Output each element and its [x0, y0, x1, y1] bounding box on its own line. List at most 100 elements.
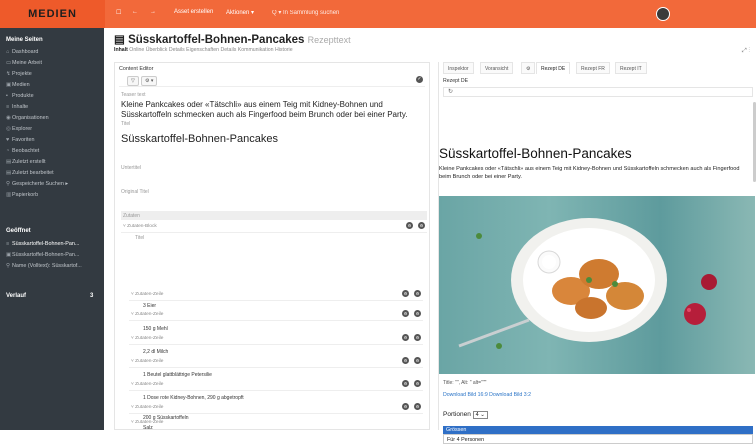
tab-communication[interactable]: Kommunikation — [238, 47, 274, 53]
sidebar-item-contents[interactable]: ≡ Inhalte — [6, 104, 100, 110]
gear-icon[interactable]: ⚙ — [414, 310, 421, 317]
title-label: Titel — [121, 121, 131, 127]
check-icon: ✓ — [416, 76, 423, 83]
gear-icon[interactable]: ⚙ — [402, 310, 409, 317]
subtitle-label: Untertitel — [121, 165, 142, 171]
gear-icon[interactable]: ⚙ — [402, 380, 409, 387]
sidebar-open-item[interactable]: ≡ Süsskartoffel-Bohnen-Pan... — [6, 241, 100, 247]
dropdown-header-selected[interactable]: Grössen — [443, 426, 753, 434]
sidebar-item-dashboard[interactable]: ⌂ Dashboard — [6, 49, 100, 55]
portions-select[interactable]: 4 ⌄ — [472, 411, 488, 419]
ingredient-text[interactable]: 1 Dose rote Kidney-Bohnen, 290 g abgetro… — [143, 395, 244, 401]
ingredient-text[interactable]: 1 Beutel glattblättrige Petersilie — [143, 372, 212, 378]
editor-heading: Content Editor — [119, 66, 154, 72]
ingredient-row[interactable]: ˅ Zutaten-Zeile ⚙ ⚙ — [129, 309, 423, 321]
app-logo[interactable]: MEDIEN — [0, 0, 105, 28]
tab-properties[interactable]: Eigenschaften — [186, 47, 219, 53]
block-title-label: Titel — [135, 235, 145, 241]
window-icon[interactable]: ☐ — [116, 9, 121, 16]
page-title: ▤ Süsskartoffel-Bohnen-Pancakes Rezeptte… — [114, 34, 351, 46]
tab-preview[interactable]: Voransicht — [480, 62, 514, 74]
preview-section-label: Rezept DE — [443, 78, 469, 84]
sidebar-heading-opened: Geöffnet — [6, 228, 31, 234]
gear-icon[interactable]: ⚙ — [402, 403, 409, 410]
ingredient-row[interactable]: ˅ Zutaten-Zeile ⚙ ⚙ — [129, 289, 423, 301]
gear-icon[interactable]: ⚙ — [406, 222, 413, 229]
filter-button[interactable]: ▽ — [127, 76, 139, 86]
gear-icon[interactable]: ⚙ — [402, 334, 409, 341]
gear-icon[interactable]: ⚙ — [418, 222, 425, 229]
tab-overview[interactable]: Überblick — [146, 47, 168, 53]
sidebar-item-media[interactable]: ▣Medien — [6, 82, 100, 88]
tab-recipe-de[interactable]: Rezept DE — [536, 62, 571, 74]
back-icon[interactable]: ← — [132, 9, 138, 15]
sidebar-item-products[interactable]: ▪ Produkte — [6, 93, 100, 99]
ingredients-section-bar — [121, 211, 427, 220]
original-title-label: Original Titel — [121, 189, 149, 195]
gear-icon[interactable]: ⚙ — [402, 357, 409, 364]
teaser-field[interactable]: Kleine Pankcakes oder «Tätschli» aus ein… — [121, 100, 423, 120]
ingredient-text[interactable]: 2,2 dl Milch — [143, 349, 168, 355]
ingredient-row[interactable]: ˅ Zutaten-Zeile ⚙ ⚙ — [129, 379, 423, 391]
gear-icon[interactable]: ⚙ — [414, 403, 421, 410]
tab-inspector[interactable]: Inspektor — [443, 62, 474, 74]
tab-recipe-it[interactable]: Rezept IT — [615, 62, 647, 74]
user-avatar[interactable] — [656, 7, 670, 21]
gear-icon[interactable]: ⚙ — [414, 334, 421, 341]
sidebar-heading-history: Verlauf — [6, 293, 27, 299]
gear-icon[interactable]: ⚙ — [414, 357, 421, 364]
image-caption: Title: "", Alt: " alt=""" — [443, 380, 487, 386]
dropdown-option[interactable]: Für 4 Personen — [443, 434, 753, 444]
expand-icon[interactable]: ⤢ ⋮ — [742, 48, 750, 55]
gear-icon[interactable]: ⚙ — [414, 290, 421, 297]
ingredient-row[interactable]: ˅ Zutaten-Zeile ⚙ ⚙ — [129, 356, 423, 368]
tab-settings[interactable]: ⚙ — [521, 62, 536, 74]
actions-menu[interactable]: Aktionen ▾ — [226, 9, 254, 16]
editor-toolbar: ▽ ⚙ ▾ ✓ — [119, 75, 425, 87]
sidebar-item-watched[interactable]: ◔ Beobachtet — [6, 148, 100, 154]
sidebar-item-saved-searches[interactable]: ⚲ Gespeicherte Suchen ▸ — [6, 181, 100, 187]
sidebar-item-recently-created[interactable]: ▤Zuletzt erstellt — [6, 159, 100, 165]
preview-panel: Inspektor Voransicht ⚙ Rezept DE Rezept … — [438, 62, 756, 444]
gear-icon[interactable]: ⚙ — [414, 380, 421, 387]
tab-details-2[interactable]: Details — [220, 47, 236, 53]
content-tabs: Inhalt Online Überblick Details Eigensch… — [114, 47, 293, 53]
ingredient-row[interactable]: ˅ Zutaten-Zeile — [129, 419, 423, 427]
ingredient-text[interactable]: Salz — [143, 425, 153, 431]
recipe-photo — [439, 196, 755, 374]
sidebar-open-item[interactable]: ▣Süsskartoffel-Bohnen-Pan... — [6, 252, 100, 258]
search-input[interactable]: Q ▾ In Sammlung suchen — [272, 9, 339, 16]
tab-online[interactable]: Online — [129, 47, 144, 53]
tab-history[interactable]: Historie — [275, 47, 293, 53]
download-links[interactable]: Download Bild 16:9 Download Bild 3:2 — [443, 392, 531, 398]
main-area: ▤ Süsskartoffel-Bohnen-Pancakes Rezeptte… — [104, 28, 756, 444]
sidebar-item-organisations[interactable]: ◉Organisationen — [6, 115, 100, 121]
content-editor: Content Editor ▽ ⚙ ▾ ✓ Teaser text Klein… — [114, 62, 430, 431]
sidebar-item-favorites[interactable]: ♥ Favoriten — [6, 137, 100, 143]
row-controls: ⚙ ⚙ — [401, 222, 425, 229]
sidebar-item-projects[interactable]: ↯Projekte — [6, 71, 100, 77]
ingredient-text[interactable]: 150 g Mehl — [143, 326, 168, 332]
sidebar-item-explorer[interactable]: ◎Explorer — [6, 126, 100, 132]
logo-text: MEDIEN — [28, 8, 77, 20]
sidebar-item-trash[interactable]: ▥Papierkorb — [6, 192, 100, 198]
ingredient-row[interactable]: ˅ Zutaten-Zeile ⚙ ⚙ — [129, 402, 423, 414]
create-asset-button[interactable]: Asset erstellen — [174, 9, 213, 15]
chevron-down-icon: ˅ Zutaten-Block — [123, 224, 157, 229]
tab-details[interactable]: Details — [169, 47, 185, 53]
title-field[interactable]: Süsskartoffel-Bohnen-Pancakes — [121, 133, 278, 145]
ingredient-row[interactable]: ˅ Zutaten-Zeile ⚙ ⚙ — [129, 333, 423, 345]
gear-icon[interactable]: ⚙ — [402, 290, 409, 297]
sidebar-item-my-work[interactable]: ▭Meine Arbeit — [6, 60, 100, 66]
settings-button[interactable]: ⚙ ▾ — [141, 76, 158, 86]
tab-inhalt[interactable]: Inhalt — [114, 47, 128, 53]
refresh-icon[interactable]: ↻ — [448, 88, 453, 95]
forward-icon[interactable]: → — [150, 9, 156, 15]
ingredient-block-row[interactable]: ˅ Zutaten-Block ⚙ ⚙ — [121, 221, 427, 233]
top-bar: MEDIEN ☐ ← → Asset erstellen Aktionen ▾ … — [0, 0, 756, 28]
document-icon: ▤ — [114, 34, 129, 46]
sidebar-item-recently-edited[interactable]: ▤Zuletzt bearbeitet — [6, 170, 100, 176]
recipe-title: Süsskartoffel-Bohnen-Pancakes — [439, 146, 632, 161]
sidebar-open-item[interactable]: ⚲ Name (Volltext): Süsskartof... — [6, 263, 100, 269]
tab-recipe-fr[interactable]: Rezept FR — [576, 62, 610, 74]
